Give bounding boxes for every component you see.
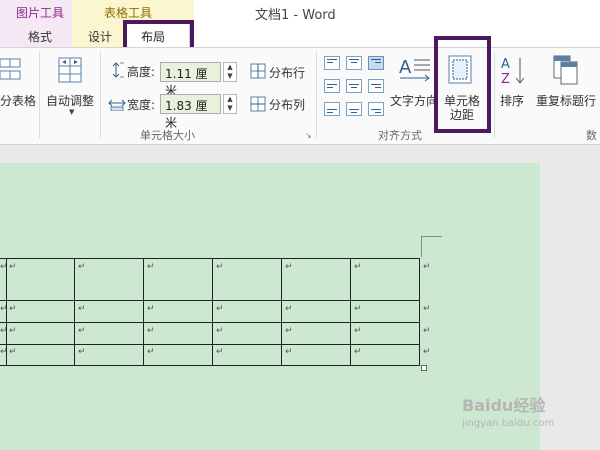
paragraph-mark: ↵: [216, 326, 224, 336]
paragraph-mark: ↵: [78, 304, 86, 314]
table-border: [0, 344, 420, 345]
paragraph-mark: ↵: [423, 326, 431, 336]
height-label: 高度:: [127, 65, 156, 79]
paragraph-mark: ↵: [9, 347, 17, 357]
paragraph-mark: ↵: [423, 262, 431, 272]
align-top-center-icon[interactable]: [346, 56, 362, 70]
autofit-dropdown-icon[interactable]: ▼: [69, 108, 74, 116]
column-width-icon: [108, 95, 126, 112]
paragraph-mark: ↵: [0, 326, 8, 336]
margin-corner-mark: [421, 236, 422, 257]
highlight-cell-margins: [434, 36, 491, 133]
cell-size-group-label: 单元格大小: [140, 129, 195, 142]
paragraph-mark: ↵: [285, 304, 293, 314]
table-border: [0, 322, 420, 323]
paragraph-mark: ↵: [147, 262, 155, 272]
table-border: [0, 365, 420, 366]
align-bottom-right-icon[interactable]: [368, 102, 384, 116]
svg-text:Z: Z: [501, 72, 510, 85]
paragraph-mark: ↵: [423, 304, 431, 314]
repeat-header-icon[interactable]: [553, 55, 579, 85]
paragraph-mark: ↵: [285, 326, 293, 336]
paragraph-mark: ↵: [423, 347, 431, 357]
align-middle-right-icon[interactable]: [368, 79, 384, 93]
paragraph-mark: ↵: [216, 262, 224, 272]
height-input[interactable]: 1.11 厘米: [160, 62, 221, 98]
distribute-columns-button[interactable]: 分布列: [269, 96, 305, 113]
paragraph-mark: ↵: [9, 304, 17, 314]
paragraph-mark: ↵: [354, 304, 362, 314]
table-border: [0, 258, 420, 259]
height-spinner[interactable]: ▲ ▼: [223, 62, 237, 82]
tab-format[interactable]: 格式: [28, 28, 52, 45]
svg-text:A: A: [501, 57, 510, 72]
table-border: [212, 258, 213, 366]
paragraph-mark: ↵: [285, 347, 293, 357]
distribute-rows-button[interactable]: 分布行: [269, 64, 305, 81]
row-height-icon: [108, 62, 124, 78]
align-middle-left-icon[interactable]: [324, 79, 340, 93]
paragraph-mark: ↵: [216, 304, 224, 314]
paragraph-mark: ↵: [147, 347, 155, 357]
align-top-left-icon[interactable]: [324, 56, 340, 70]
tab-design[interactable]: 设计: [88, 28, 112, 45]
width-spinner[interactable]: ▲ ▼: [223, 94, 237, 114]
table-border: [419, 258, 420, 366]
distribute-rows-icon[interactable]: [250, 63, 266, 79]
watermark-url: jingyan.baidu.com: [462, 418, 555, 429]
paragraph-mark: ↵: [285, 262, 293, 272]
alignment-group-label: 对齐方式: [378, 129, 422, 142]
align-top-right-icon[interactable]: [368, 56, 384, 70]
table-tools-label: 表格工具: [104, 6, 153, 20]
picture-tools-label: 图片工具: [16, 6, 65, 20]
window-title: 文档1 - Word: [255, 8, 336, 23]
paragraph-mark: ↵: [354, 347, 362, 357]
table-border: [350, 258, 351, 366]
split-table-icon[interactable]: [0, 58, 22, 82]
table-border: [143, 258, 144, 366]
dialog-launcher-icon[interactable]: ↘: [305, 131, 312, 140]
paragraph-mark: ↵: [216, 347, 224, 357]
paragraph-mark: ↵: [147, 326, 155, 336]
width-input[interactable]: 1.83 厘米: [160, 94, 221, 130]
sort-button[interactable]: 排序: [500, 92, 524, 109]
margin-corner-mark: [421, 236, 442, 237]
data-group-label: 数: [586, 129, 597, 142]
paragraph-mark: ↵: [147, 304, 155, 314]
repeat-header-button[interactable]: 重复标题行: [536, 92, 596, 109]
ribbon-separator: [39, 52, 40, 138]
paragraph-mark: ↵: [0, 304, 8, 314]
split-table-button[interactable]: 分表格: [0, 92, 36, 109]
paragraph-mark: ↵: [9, 262, 17, 272]
align-bottom-left-icon[interactable]: [324, 102, 340, 116]
watermark-brand: Baidu经验: [462, 396, 546, 415]
paragraph-mark: ↵: [78, 326, 86, 336]
align-middle-center-icon[interactable]: [346, 79, 362, 93]
autofit-button[interactable]: 自动调整: [46, 92, 94, 109]
paragraph-mark: ↵: [354, 326, 362, 336]
text-direction-button[interactable]: 文字方向: [390, 92, 438, 109]
paragraph-mark: ↵: [354, 262, 362, 272]
table-resize-handle[interactable]: [421, 365, 427, 371]
paragraph-mark: ↵: [9, 326, 17, 336]
ribbon-separator: [100, 52, 101, 138]
table-border: [74, 258, 75, 366]
sort-icon[interactable]: AZ: [500, 55, 526, 87]
svg-text:A: A: [399, 57, 412, 78]
paragraph-mark: ↵: [0, 347, 8, 357]
table-border: [0, 300, 420, 301]
paragraph-mark: ↵: [0, 262, 8, 272]
paragraph-mark: ↵: [78, 347, 86, 357]
distribute-columns-icon[interactable]: [250, 96, 266, 112]
table-border: [281, 258, 282, 366]
ribbon-separator: [494, 52, 495, 138]
paragraph-mark: ↵: [78, 262, 86, 272]
align-bottom-center-icon[interactable]: [346, 102, 362, 116]
width-label: 宽度:: [127, 98, 156, 112]
text-direction-icon[interactable]: A: [398, 54, 432, 84]
autofit-icon[interactable]: [58, 57, 82, 85]
ribbon-separator: [316, 52, 317, 138]
